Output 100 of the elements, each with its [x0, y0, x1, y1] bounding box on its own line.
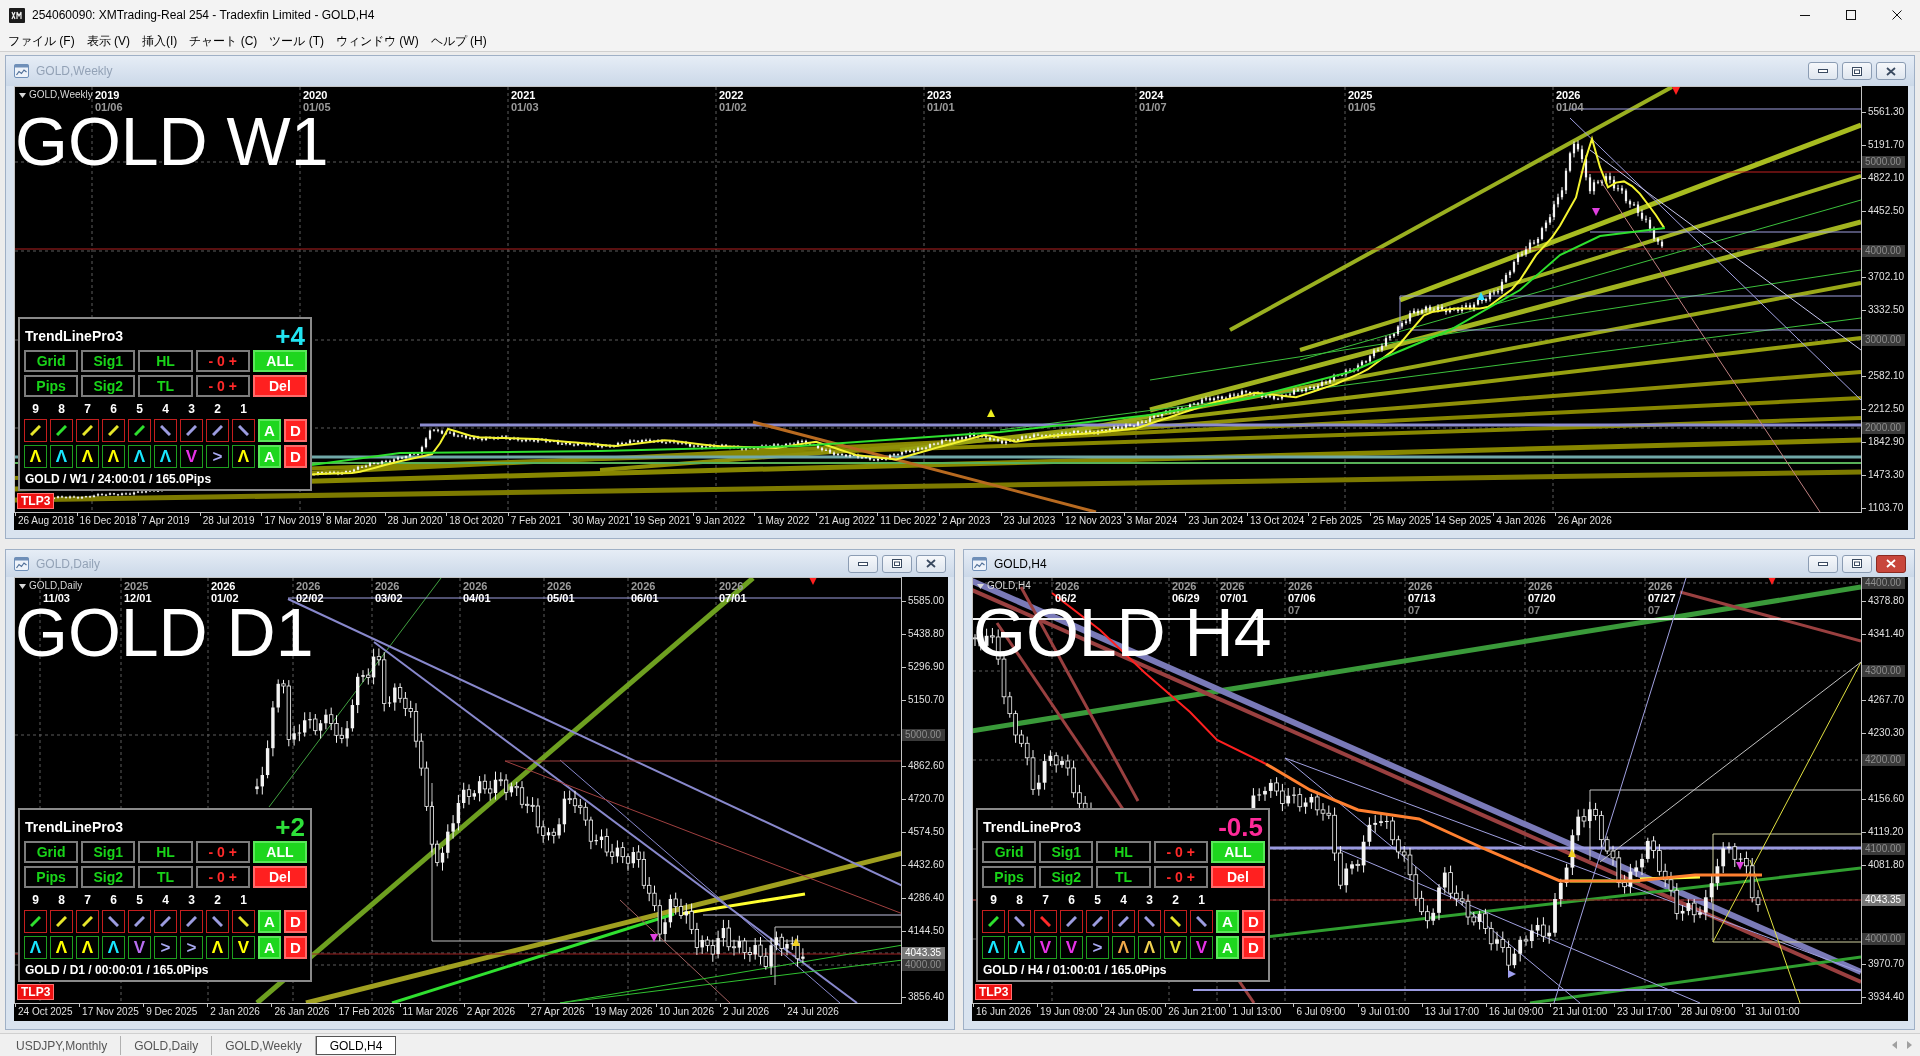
- time-label: 13 Jul 17:00: [1423, 1006, 1480, 1018]
- time-label: 10 Jun 2026: [657, 1006, 714, 1018]
- window-tab[interactable]: GOLD,Weekly: [212, 1036, 316, 1055]
- time-label: 17 Nov 2025: [81, 1006, 139, 1018]
- price-label: 5561.30: [1868, 106, 1905, 118]
- price-label: 4378.80: [1868, 595, 1905, 607]
- time-label: 3 Mar 2024: [1125, 515, 1178, 527]
- current-price-label: 4043.35: [1862, 894, 1905, 906]
- time-label: 26 Jan 2026: [273, 1006, 330, 1018]
- price-label: 2212.50: [1868, 403, 1905, 415]
- time-label: 1 May 2022: [756, 515, 810, 527]
- restore-button[interactable]: [1842, 62, 1872, 80]
- time-label: 6 Jul 09:00: [1295, 1006, 1346, 1018]
- price-level-label: 4400.00: [1862, 577, 1905, 589]
- minimize-button[interactable]: [1808, 554, 1838, 573]
- time-label: 16 Jul 09:00: [1487, 1006, 1544, 1018]
- time-label: 21 Aug 2022: [817, 515, 875, 527]
- minimize-icon: [1818, 69, 1828, 73]
- price-label: 5191.70: [1868, 139, 1905, 151]
- chart-window-icon: [14, 556, 29, 571]
- price-label: 4081.80: [1868, 859, 1905, 871]
- close-button[interactable]: [1876, 554, 1906, 573]
- minimize-icon: [1818, 561, 1828, 566]
- time-label: 19 Sep 2021: [632, 515, 691, 527]
- price-level-label: 4000.00: [1862, 933, 1905, 945]
- minimize-button[interactable]: [848, 554, 878, 573]
- price-label: 4267.70: [1868, 694, 1905, 706]
- restore-button[interactable]: [882, 554, 912, 573]
- price-level-label: 4100.00: [1862, 843, 1905, 855]
- time-label: 2 Apr 2026: [465, 1006, 516, 1018]
- price-label: 5438.80: [908, 628, 945, 640]
- current-price-label: 4043.35: [902, 947, 945, 959]
- price-label: 4341.40: [1868, 628, 1905, 640]
- time-label: 28 Jul 2019: [201, 515, 255, 527]
- minimize-icon: [858, 561, 868, 566]
- restore-icon: [1852, 559, 1862, 568]
- price-level-label: 4000.00: [1862, 245, 1905, 257]
- time-label: 18 Oct 2020: [448, 515, 504, 527]
- price-label: 4574.50: [908, 826, 945, 838]
- menu-item[interactable]: ヘルプ (H): [428, 34, 489, 47]
- price-label: 4286.40: [908, 892, 945, 904]
- menu-item[interactable]: 表示 (V): [84, 34, 132, 47]
- price-label: 3970.70: [1868, 958, 1905, 970]
- window-tab[interactable]: GOLD,Daily: [121, 1036, 213, 1055]
- window-title: GOLD,Weekly: [36, 65, 113, 77]
- price-label: 3934.40: [1868, 991, 1905, 1003]
- price-label: 4144.50: [908, 925, 945, 937]
- time-label: 21 Jul 01:00: [1551, 1006, 1608, 1018]
- window-tab[interactable]: USDJPY,Monthly: [3, 1036, 122, 1055]
- price-label: 4432.60: [908, 859, 945, 871]
- price-level-label: 4300.00: [1862, 665, 1905, 677]
- window-title: GOLD,H4: [994, 557, 1047, 570]
- time-label: 16 Jun 2026: [975, 1006, 1032, 1018]
- close-icon: [926, 559, 936, 568]
- time-label: 25 May 2025: [1372, 515, 1431, 527]
- chart-window-icon: [14, 64, 29, 78]
- window-tab[interactable]: GOLD,H4: [315, 1036, 397, 1055]
- time-label: 30 May 2021: [571, 515, 631, 527]
- close-icon: [1886, 559, 1896, 568]
- time-label: 24 Oct 2025: [17, 1006, 73, 1018]
- menu-item[interactable]: 挿入(I): [140, 34, 180, 47]
- restore-button[interactable]: [1842, 554, 1872, 573]
- price-label: 2582.10: [1868, 370, 1905, 382]
- menu-item[interactable]: ウィンドウ (W): [334, 34, 421, 47]
- time-label: 2 Jan 2026: [209, 1006, 260, 1018]
- price-label: 3332.50: [1868, 304, 1905, 316]
- time-label: 1 Jul 13:00: [1231, 1006, 1282, 1018]
- app-logo-icon: [9, 7, 25, 23]
- price-label: 5585.00: [908, 595, 945, 607]
- menu-item[interactable]: ファイル (F): [6, 34, 77, 47]
- price-label: 4119.20: [1868, 826, 1904, 838]
- close-button[interactable]: [1876, 62, 1906, 80]
- time-label: 24 Jun 05:00: [1103, 1006, 1162, 1018]
- price-label: 5296.90: [908, 661, 945, 673]
- close-button[interactable]: [916, 554, 946, 573]
- restore-icon: [1852, 66, 1862, 76]
- time-label: 11 Mar 2026: [401, 1006, 458, 1018]
- time-label: 26 Aug 2018: [17, 515, 75, 527]
- price-label: 1473.30: [1868, 469, 1905, 481]
- price-label: 5150.70: [908, 694, 945, 706]
- time-label: 28 Jun 2020: [386, 515, 443, 527]
- minimize-button[interactable]: [1808, 62, 1838, 80]
- time-label: 9 Dec 2025: [145, 1006, 198, 1018]
- price-label: 4862.60: [908, 760, 945, 772]
- window-title: GOLD,Daily: [36, 557, 100, 570]
- time-label: 23 Jul 17:00: [1615, 1006, 1672, 1018]
- time-label: 9 Jul 01:00: [1359, 1006, 1410, 1018]
- time-label: 24 Jul 2026: [786, 1006, 839, 1018]
- time-label: 14 Sep 2025: [1433, 515, 1492, 527]
- time-label: 16 Dec 2018: [78, 515, 137, 527]
- time-label: 19 Jun 09:00: [1039, 1006, 1098, 1018]
- menu-item[interactable]: ツール (T): [267, 34, 326, 47]
- time-label: 13 Oct 2024: [1248, 515, 1305, 527]
- time-label: 26 Jun 21:00: [1167, 1006, 1227, 1018]
- price-level-label: 5000.00: [1862, 156, 1905, 168]
- time-label: 2 Jul 2026: [722, 1006, 770, 1018]
- restore-icon: [892, 559, 902, 568]
- menu-item[interactable]: チャート (C): [187, 34, 260, 47]
- time-label: 4 Jan 2026: [1495, 515, 1546, 527]
- time-label: 23 Jul 2023: [1002, 515, 1056, 527]
